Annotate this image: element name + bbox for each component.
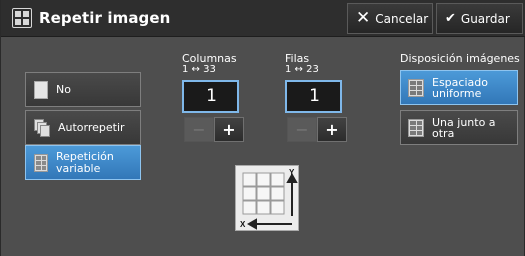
cancel-label: Cancelar <box>375 11 429 26</box>
layout-option-side-by-side[interactable]: Una junto a otra <box>400 110 518 145</box>
grid-diagram: Y X <box>235 165 299 231</box>
variable-repeat-icon <box>34 153 48 172</box>
option-label: Autorrepetir <box>58 120 125 134</box>
layout-title: Disposición imágenes <box>400 52 520 65</box>
repeat-image-screen: Repetir imagen ✕ Cancelar ✔ Guardar No A… <box>0 0 525 256</box>
close-icon: ✕ <box>356 8 371 28</box>
option-variable-repeat[interactable]: Repetición variable <box>25 145 141 180</box>
save-label: Guardar <box>460 11 510 26</box>
layout-option-uniform[interactable]: Espaciado uniforme <box>400 70 518 105</box>
header-bar: Repetir imagen ✕ Cancelar ✔ Guardar <box>1 0 525 37</box>
columns-title: Columnas <box>182 52 237 65</box>
checkmark-icon: ✔ <box>445 11 456 26</box>
rows-decrease-button[interactable]: − <box>287 117 317 142</box>
rows-range: 1 ↔ 23 <box>285 64 319 75</box>
x-arrow-head <box>246 218 257 230</box>
uniform-spacing-icon <box>408 78 424 97</box>
grid-cells <box>242 172 285 215</box>
option-label: No <box>56 82 71 96</box>
option-label: Repetición variable <box>56 149 114 175</box>
rows-title: Filas <box>285 52 310 65</box>
columns-increase-button[interactable]: + <box>214 117 244 142</box>
y-axis-label: Y <box>289 168 295 177</box>
rows-input[interactable]: 1 <box>285 80 342 113</box>
layout-option-label: Una junto a otra <box>432 115 496 140</box>
grid-diagram-svg: Y X <box>240 168 298 230</box>
layout-option-label: Espaciado uniforme <box>432 75 488 100</box>
auto-repeat-icon <box>34 118 50 137</box>
x-axis-label: X <box>240 220 246 229</box>
columns-range: 1 ↔ 33 <box>182 64 216 75</box>
side-by-side-icon <box>408 118 424 137</box>
repeat-image-icon <box>12 8 32 28</box>
save-button[interactable]: ✔ Guardar <box>436 3 523 34</box>
option-auto-repeat[interactable]: Autorrepetir <box>25 110 141 145</box>
rows-increase-button[interactable]: + <box>317 117 347 142</box>
cancel-button[interactable]: ✕ Cancelar <box>347 3 433 34</box>
page-title: Repetir imagen <box>39 9 171 27</box>
columns-decrease-button[interactable]: − <box>184 117 214 142</box>
option-no[interactable]: No <box>25 72 141 107</box>
document-icon <box>34 80 48 99</box>
columns-input[interactable]: 1 <box>182 80 239 113</box>
